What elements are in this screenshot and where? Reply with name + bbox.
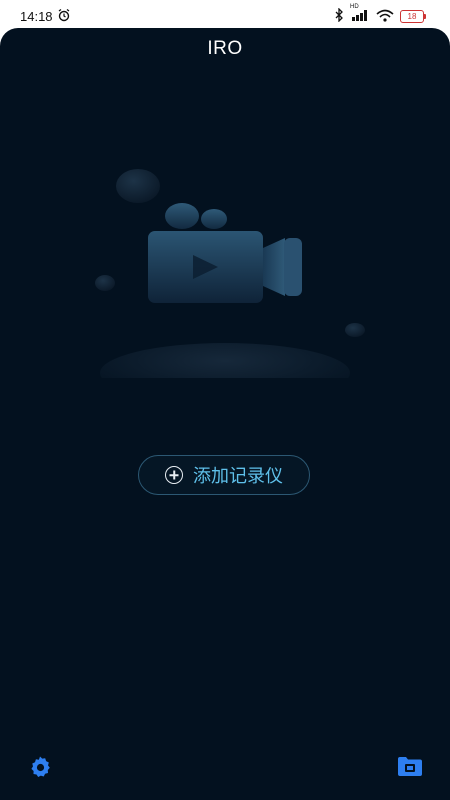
page-title: IRO [207, 38, 243, 59]
status-right: HD 18 [334, 4, 426, 25]
camera-lens [263, 238, 285, 296]
network-label: HD [350, 4, 359, 10]
camera-lens-cap [284, 238, 302, 296]
add-circle-icon [165, 466, 183, 484]
status-time: 14:18 [20, 9, 53, 24]
app-screen: IRO 添加记录仪 [0, 28, 450, 800]
settings-gear-icon[interactable] [28, 755, 52, 784]
status-left: 14:18 [20, 8, 71, 25]
floating-moon-large [116, 169, 160, 203]
status-bar: 14:18 HD 18 [0, 0, 450, 30]
floating-moon-right [345, 323, 365, 337]
add-recorder-button[interactable]: 添加记录仪 [138, 455, 310, 495]
wifi-icon [376, 9, 394, 25]
ground-arc [100, 343, 350, 378]
camera-reel-left [165, 203, 199, 229]
battery-indicator: 18 [400, 10, 426, 23]
media-folder-icon[interactable] [397, 755, 423, 782]
signal-icon: HD [350, 4, 370, 24]
floating-moon-small [95, 275, 115, 291]
bluetooth-icon [334, 7, 344, 25]
camera-reel-right [201, 209, 227, 229]
camera-illustration [95, 169, 365, 378]
alarm-icon [57, 8, 71, 25]
add-recorder-label: 添加记录仪 [193, 466, 283, 486]
